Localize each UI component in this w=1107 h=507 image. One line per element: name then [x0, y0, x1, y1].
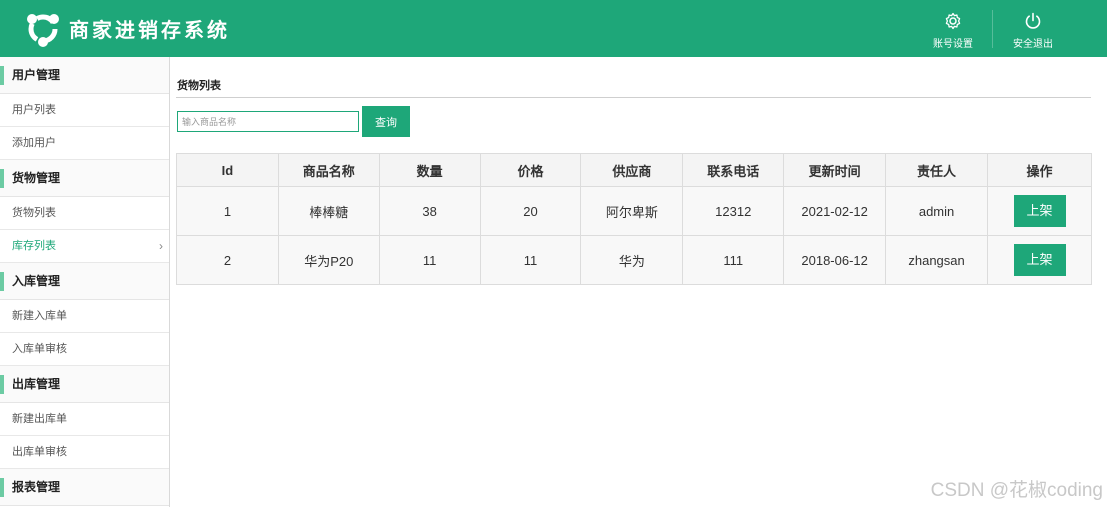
top-header: 商家进销存系统 账号设置 安全退出 [0, 0, 1107, 57]
list-on-shelf-button[interactable]: 上架 [1013, 244, 1066, 276]
cell-phone: 12312 [682, 186, 785, 236]
cell-owner: zhangsan [885, 235, 989, 285]
cell-updated: 2018-06-12 [783, 235, 887, 285]
cell-updated: 2021-02-12 [783, 186, 887, 236]
column-header-supplier: 供应商 [580, 153, 684, 187]
logout-button[interactable]: 安全退出 [993, 10, 1073, 50]
table-row: 1 棒棒糖 38 20 阿尔卑斯 12312 2021-02-12 admin … [176, 186, 1092, 236]
account-settings-label: 账号设置 [933, 39, 973, 50]
chevron-right-icon: › [159, 239, 163, 253]
sidebar-group-report: 报表管理 [0, 469, 169, 506]
cell-price: 11 [479, 235, 582, 285]
cell-phone: 111 [682, 235, 785, 285]
table-header-row: Id 商品名称 数量 价格 供应商 联系电话 更新时间 责任人 操作 [176, 153, 1092, 187]
app-title: 商家进销存系统 [69, 18, 230, 42]
cell-id: 1 [176, 186, 279, 236]
cell-supplier: 华为 [580, 235, 684, 285]
sidebar-item-stock-list[interactable]: 库存列表 › [0, 230, 169, 263]
column-header-id: Id [176, 153, 279, 187]
search-input[interactable] [177, 111, 359, 132]
sidebar-item-user-list[interactable]: 用户列表 [0, 94, 169, 127]
sidebar: 用户管理 用户列表 添加用户 货物管理 货物列表 库存列表 › 入库管理 新建入… [0, 57, 170, 507]
gear-icon [945, 12, 961, 30]
power-icon [1025, 12, 1041, 29]
sidebar-item-outbound-review[interactable]: 出库单审核 [0, 436, 169, 469]
sidebar-group-inbound: 入库管理 [0, 263, 169, 300]
column-header-name: 商品名称 [277, 153, 380, 187]
sidebar-item-new-outbound[interactable]: 新建出库单 [0, 403, 169, 436]
sidebar-item-new-inbound[interactable]: 新建入库单 [0, 300, 169, 333]
app-logo-icon [27, 14, 59, 47]
column-header-price: 价格 [479, 153, 582, 187]
sidebar-item-goods-list[interactable]: 货物列表 [0, 197, 169, 230]
cell-action: 上架 [987, 186, 1092, 236]
watermark: CSDN @花椒coding [930, 480, 1103, 501]
logout-label: 安全退出 [1013, 39, 1053, 50]
cell-id: 2 [176, 235, 279, 285]
title-divider [176, 97, 1091, 98]
cell-action: 上架 [987, 235, 1092, 285]
goods-table: Id 商品名称 数量 价格 供应商 联系电话 更新时间 责任人 操作 1 棒棒糖… [176, 153, 1092, 285]
cell-supplier: 阿尔卑斯 [580, 186, 684, 236]
account-settings-button[interactable]: 账号设置 [913, 10, 993, 50]
cell-price: 20 [479, 186, 582, 236]
cell-quantity: 11 [378, 235, 481, 285]
column-header-action: 操作 [987, 153, 1092, 187]
column-header-owner: 责任人 [885, 153, 989, 187]
sidebar-item-inbound-review[interactable]: 入库单审核 [0, 333, 169, 366]
column-header-updated: 更新时间 [783, 153, 887, 187]
cell-name: 棒棒糖 [277, 186, 380, 236]
list-on-shelf-button[interactable]: 上架 [1013, 195, 1066, 227]
sidebar-group-outbound: 出库管理 [0, 366, 169, 403]
sidebar-group-goods: 货物管理 [0, 160, 169, 197]
search-button[interactable]: 查询 [362, 106, 410, 137]
sidebar-item-label: 库存列表 [12, 240, 56, 252]
cell-name: 华为P20 [277, 235, 380, 285]
cell-owner: admin [885, 186, 989, 236]
table-row: 2 华为P20 11 11 华为 111 2018-06-12 zhangsan… [176, 235, 1092, 285]
column-header-quantity: 数量 [378, 153, 481, 187]
column-header-phone: 联系电话 [682, 153, 785, 187]
sidebar-group-user: 用户管理 [0, 57, 169, 94]
page-title: 货物列表 [177, 80, 221, 92]
cell-quantity: 38 [378, 186, 481, 236]
sidebar-item-add-user[interactable]: 添加用户 [0, 127, 169, 160]
